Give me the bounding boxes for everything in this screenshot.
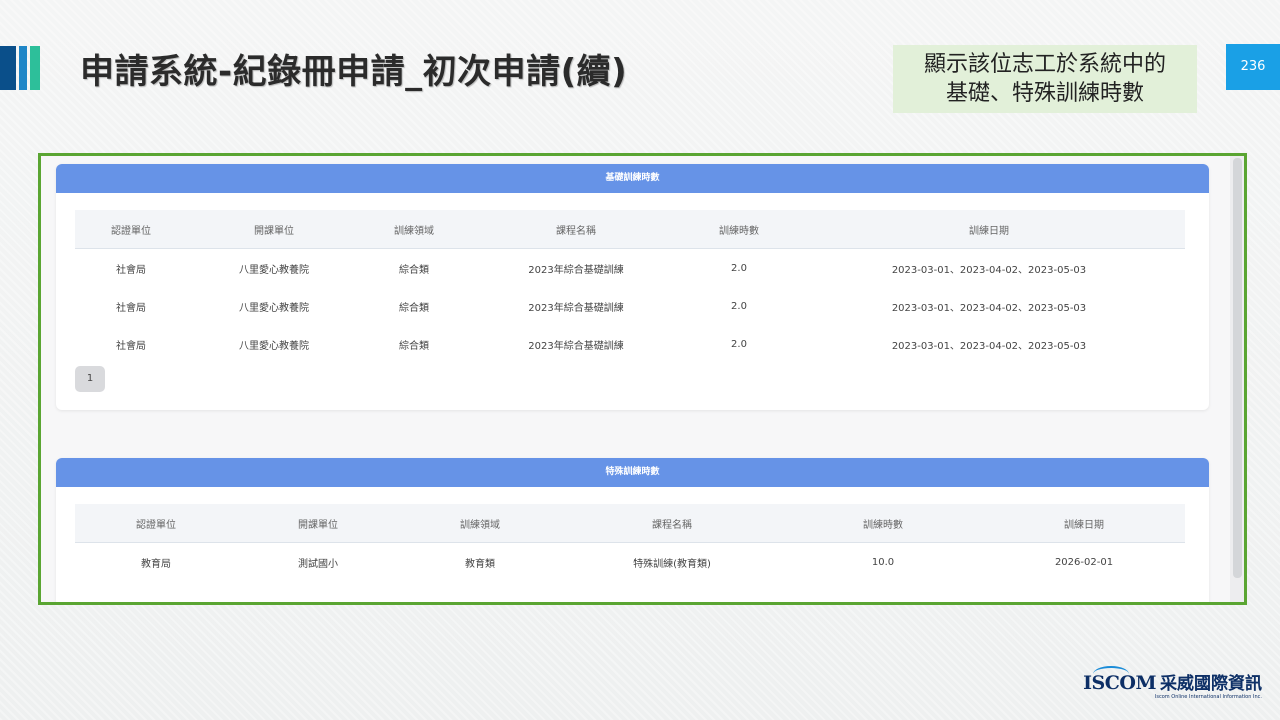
- special-training-panel: 特殊訓練時數 認證單位 開課單位 訓練領域 課程名稱 訓練時數 訓練日期 教育局: [56, 458, 1209, 602]
- screenshot-frame: 基礎訓練時數 認證單位 開課單位 訓練領域 課程名稱 訓練時數 訓練日期 社會局: [38, 153, 1247, 605]
- title-accent-bar: [19, 46, 27, 90]
- title-accent-bar: [30, 46, 40, 90]
- table-cell: 八里愛心教養院: [239, 340, 309, 352]
- table-cell: 10.0: [783, 542, 983, 581]
- pagination-page-button[interactable]: 1: [75, 366, 105, 392]
- scrollbar[interactable]: [1230, 156, 1244, 602]
- table-cell: 2023年綜合基礎訓練: [528, 302, 624, 314]
- table-cell: 綜合類: [399, 302, 429, 314]
- special-training-table: 認證單位 開課單位 訓練領域 課程名稱 訓練時數 訓練日期 教育局 測試國小 教…: [75, 504, 1185, 581]
- table-row: 社會局 八里愛心教養院 綜合類 2023年綜合基礎訓練 2.0 2023-03-…: [75, 325, 1185, 363]
- panel-header: 特殊訓練時數: [56, 458, 1209, 487]
- table-header-row: 認證單位 開課單位 訓練領域 課程名稱 訓練時數 訓練日期: [75, 210, 1185, 249]
- table-cell: 社會局: [116, 340, 146, 352]
- logo-chinese-name: 采威國際資訊: [1160, 674, 1262, 694]
- table-cell: 八里愛心教養院: [239, 302, 309, 314]
- note-line: 顯示該位志工於系統中的: [923, 52, 1166, 77]
- logo-subtitle: Iscom Online International Information I…: [1154, 694, 1262, 700]
- table-cell: 2023-03-01、2023-04-02、2023-05-03: [891, 340, 1087, 352]
- table-cell: 綜合類: [399, 340, 429, 352]
- table-row: 社會局 八里愛心教養院 綜合類 2023年綜合基礎訓練 2.0 2023-03-…: [75, 249, 1185, 288]
- annotation-note: 顯示該位志工於系統中的 基礎、特殊訓練時數: [893, 45, 1197, 113]
- column-header[interactable]: 訓練領域: [399, 504, 561, 543]
- scrollbar-thumb[interactable]: [1233, 158, 1242, 578]
- table-cell: 特殊訓練(教育類): [561, 542, 783, 581]
- column-header[interactable]: 開課單位: [237, 504, 399, 543]
- table-cell: 2026-02-01: [983, 542, 1185, 581]
- logo-swoosh-icon: [1093, 666, 1130, 682]
- column-header[interactable]: 訓練時數: [685, 210, 793, 249]
- column-header[interactable]: 課程名稱: [467, 210, 685, 249]
- table-cell: 2.0: [731, 262, 747, 274]
- column-header[interactable]: 訓練領域: [361, 210, 467, 249]
- table-cell: 2023年綜合基礎訓練: [528, 264, 624, 276]
- title-accent-bar: [0, 46, 16, 90]
- panel-header: 基礎訓練時數: [56, 164, 1209, 193]
- table-cell: 社會局: [116, 264, 146, 276]
- column-header[interactable]: 認證單位: [75, 210, 187, 249]
- page-title: 申請系統-紀錄冊申請_初次申請(續): [80, 52, 628, 92]
- table-cell: 社會局: [116, 302, 146, 314]
- table-cell: 2.0: [731, 300, 747, 312]
- column-header[interactable]: 課程名稱: [561, 504, 783, 543]
- table-header-row: 認證單位 開課單位 訓練領域 課程名稱 訓練時數 訓練日期: [75, 504, 1185, 543]
- table-cell: 教育局: [75, 542, 237, 581]
- column-header[interactable]: 認證單位: [75, 504, 237, 543]
- basic-training-panel: 基礎訓練時數 認證單位 開課單位 訓練領域 課程名稱 訓練時數 訓練日期 社會局: [56, 164, 1209, 410]
- table-cell: 八里愛心教養院: [239, 264, 309, 276]
- table-cell: 2023-03-01、2023-04-02、2023-05-03: [891, 302, 1087, 314]
- logo-wordmark: ISCOM: [1083, 666, 1156, 694]
- table-cell: 2.0: [731, 338, 747, 350]
- column-header[interactable]: 訓練時數: [783, 504, 983, 543]
- table-cell: 2023-03-01、2023-04-02、2023-05-03: [891, 264, 1087, 276]
- company-logo: ISCOM 采威國際資訊 Iscom Online International …: [1083, 666, 1262, 700]
- table-row: 社會局 八里愛心教養院 綜合類 2023年綜合基礎訓練 2.0 2023-03-…: [75, 287, 1185, 325]
- table-cell: 綜合類: [399, 264, 429, 276]
- table-cell: 教育類: [399, 542, 561, 581]
- table-cell: 2023年綜合基礎訓練: [528, 340, 624, 352]
- table-cell: 測試國小: [237, 542, 399, 581]
- column-header[interactable]: 訓練日期: [983, 504, 1185, 543]
- column-header[interactable]: 訓練日期: [793, 210, 1185, 249]
- note-line: 基礎、特殊訓練時數: [945, 81, 1144, 106]
- basic-training-table: 認證單位 開課單位 訓練領域 課程名稱 訓練時數 訓練日期 社會局 八里愛心教養…: [75, 210, 1185, 363]
- page-number: 236: [1226, 44, 1280, 90]
- column-header[interactable]: 開課單位: [187, 210, 361, 249]
- table-row: 教育局 測試國小 教育類 特殊訓練(教育類) 10.0 2026-02-01: [75, 542, 1185, 581]
